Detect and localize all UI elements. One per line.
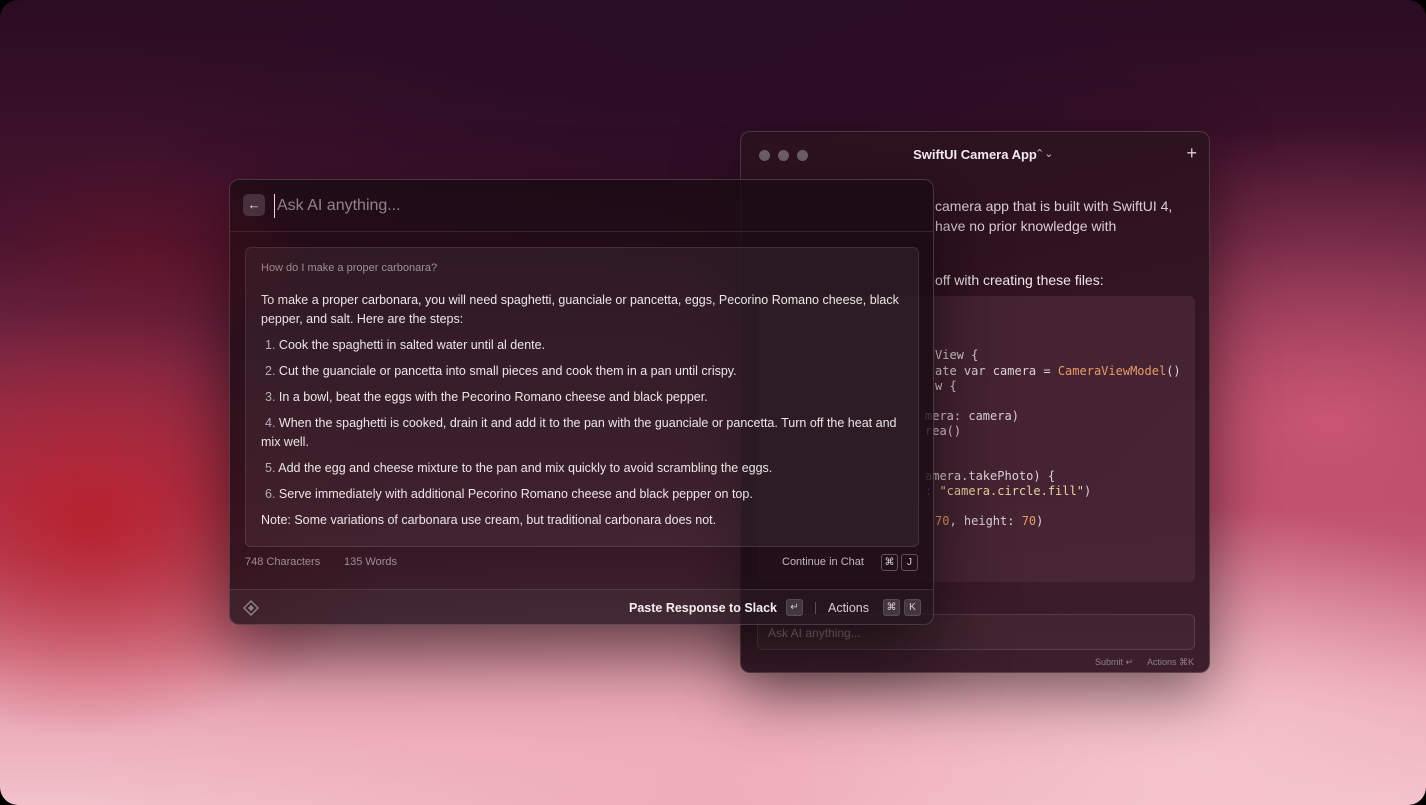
k-key-icon: K	[904, 599, 921, 616]
chat-input[interactable]: Ask AI anything...	[757, 614, 1195, 650]
window-zoom-button[interactable]	[797, 150, 808, 161]
new-chat-plus-icon[interactable]: +	[1186, 143, 1197, 164]
code-line-part: 70	[935, 514, 950, 528]
code-line-part: :	[925, 484, 940, 498]
code-line-part: )	[1083, 484, 1092, 498]
step-number: 5.	[265, 461, 276, 475]
answer-intro: To make a proper carbonara, you will nee…	[261, 293, 899, 326]
question-text: How do I make a proper carbonara?	[261, 262, 438, 274]
step-number: 4.	[265, 416, 276, 430]
ai-response-card: How do I make a proper carbonara? To mak…	[245, 247, 919, 547]
chat-switch-chevron-icon[interactable]: ⌃⌄	[1035, 147, 1053, 160]
step-text: In a bowl, beat the eggs with the Pecori…	[278, 390, 708, 404]
answer-note: Note: Some variations of carbonara use c…	[261, 513, 717, 527]
action-divider	[815, 602, 816, 614]
step-text: When the spaghetti is cooked, drain it a…	[261, 416, 897, 449]
actions-button[interactable]: Actions	[828, 601, 869, 615]
answer-text: To make a proper carbonara, you will nee…	[261, 291, 906, 537]
code-line: 70, height: 70)	[935, 514, 1043, 528]
answer-step: 2. Cut the guanciale or pancetta into sm…	[261, 362, 906, 381]
word-count: 135 Words	[344, 556, 397, 568]
step-text: Cook the spaghetti in salted water until…	[278, 338, 546, 352]
code-block: View { ate var camera = CameraViewModel(…	[757, 296, 1195, 582]
code-line-part: , height:	[949, 514, 1022, 528]
code-line-part: CameraViewModel	[1057, 364, 1167, 378]
quick-ai-header: ←	[230, 180, 933, 232]
step-number: 2.	[265, 364, 276, 378]
answer-step: 4. When the spaghetti is cooked, drain i…	[261, 414, 906, 452]
return-key-icon: ↵	[786, 599, 803, 616]
code-line: ate var camera = CameraViewModel()	[935, 364, 1181, 378]
j-key-icon: J	[901, 554, 918, 571]
paste-to-slack-button[interactable]: Paste Response to Slack	[629, 601, 777, 615]
window-close-button[interactable]	[759, 150, 770, 161]
action-bar: Paste Response to Slack ↵ Actions ⌘ K	[230, 589, 933, 624]
chat-message-line: have no prior knowledge with	[935, 218, 1117, 234]
answer-step: 3. In a bowl, beat the eggs with the Pec…	[261, 388, 906, 407]
submit-hint[interactable]: Submit ↵	[1095, 657, 1133, 668]
code-line: View {	[935, 348, 979, 362]
code-line: mera: camera)	[925, 409, 1019, 423]
ask-ai-input[interactable]	[274, 194, 874, 218]
answer-step: 1. Cook the spaghetti in salted water un…	[261, 336, 906, 355]
answer-step: 6. Serve immediately with additional Pec…	[261, 485, 906, 504]
chat-window-titlebar: SwiftUI Camera App ⌃⌄ +	[741, 132, 1209, 180]
code-line: amera.takePhoto) {	[925, 469, 1056, 483]
step-number: 3.	[265, 390, 276, 404]
raycast-ai-icon	[243, 600, 259, 616]
step-text: Serve immediately with additional Pecori…	[278, 487, 753, 501]
chat-window: SwiftUI Camera App ⌃⌄ + camera app that …	[740, 131, 1210, 673]
continue-in-chat-button[interactable]: Continue in Chat	[782, 556, 864, 568]
actions-hint[interactable]: Actions ⌘K	[1147, 657, 1194, 668]
chat-input-placeholder: Ask AI anything...	[768, 626, 861, 640]
code-line-part: )	[1036, 514, 1044, 528]
code-line-part: "camera.circle.fill"	[939, 484, 1084, 498]
code-line: rea()	[925, 424, 962, 438]
window-minimize-button[interactable]	[778, 150, 789, 161]
step-number: 6.	[265, 487, 276, 501]
command-key-icon: ⌘	[883, 599, 900, 616]
step-number: 1.	[265, 338, 276, 352]
back-arrow-icon[interactable]: ←	[243, 194, 265, 216]
quick-ai-window: ← How do I make a proper carbonara? To m…	[229, 179, 934, 625]
desktop-background: SwiftUI Camera App ⌃⌄ + camera app that …	[0, 0, 1426, 805]
chat-message-line: off with creating these files:	[935, 272, 1104, 288]
chat-title[interactable]: SwiftUI Camera App	[741, 147, 1209, 162]
answer-step: 5. Add the egg and cheese mixture to the…	[261, 459, 906, 478]
chat-message-line: camera app that is built with SwiftUI 4,	[935, 198, 1173, 214]
character-count: 748 Characters	[245, 556, 321, 568]
code-line: : "camera.circle.fill")	[925, 484, 1091, 498]
code-line-part: ()	[1166, 364, 1181, 378]
code-line-part: 70	[1021, 514, 1037, 528]
step-text: Cut the guanciale or pancetta into small…	[278, 364, 737, 378]
code-line-part: ate var camera =	[935, 364, 1058, 378]
code-line: w {	[935, 379, 957, 393]
command-key-icon: ⌘	[881, 554, 898, 571]
step-text: Add the egg and cheese mixture to the pa…	[278, 461, 773, 475]
